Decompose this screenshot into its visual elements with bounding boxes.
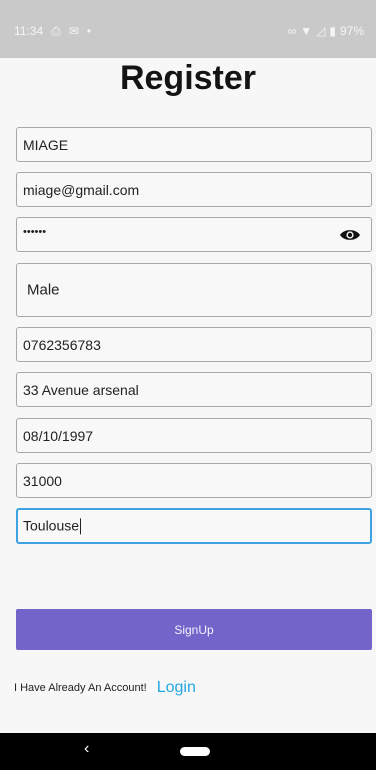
signup-button[interactable]: SignUp — [16, 609, 372, 650]
navigation-bar: ‹ — [0, 733, 376, 770]
login-link[interactable]: Login — [157, 679, 196, 697]
login-prompt: I Have Already An Account! — [14, 682, 147, 694]
status-left: 11:34 ⎙ ✉ • — [14, 24, 91, 38]
eye-icon[interactable] — [339, 228, 361, 242]
city-field-value-wrap: Toulouse — [23, 517, 82, 535]
name-field-value: MIAGE — [23, 136, 69, 153]
status-bar: 11:34 ⎙ ✉ • ∞ ▼ ◿ ▮ 97% — [0, 0, 376, 58]
city-field-value: Toulouse — [23, 517, 80, 534]
birthdate-field[interactable]: 08/10/1997 — [16, 418, 372, 453]
name-field[interactable]: MIAGE — [16, 127, 372, 162]
gender-field-value: Male — [27, 281, 60, 299]
birthdate-field-value: 08/10/1997 — [23, 427, 94, 444]
link-icon: ∞ — [287, 24, 297, 38]
sim-icon: ⎙ — [51, 24, 61, 38]
phone-field[interactable]: 0762356783 — [16, 327, 372, 362]
mail-icon: ✉ — [68, 24, 79, 38]
login-row: I Have Already An Account! Login — [14, 679, 196, 697]
back-icon[interactable]: ‹ — [84, 740, 89, 758]
battery-icon: ▮ — [329, 24, 336, 38]
email-field-value: miage@gmail.com — [23, 181, 140, 198]
text-caret — [80, 518, 82, 535]
password-field[interactable]: •••••• — [16, 217, 372, 252]
address-field-value: 33 Avenue arsenal — [23, 381, 139, 398]
home-pill-icon[interactable] — [180, 747, 210, 756]
postal-code-field-value: 31000 — [23, 472, 62, 489]
password-field-value: •••••• — [23, 225, 47, 238]
page-title: Register — [119, 59, 257, 97]
battery-percent: 97% — [339, 24, 364, 38]
wifi-icon: ▼ — [300, 24, 313, 38]
address-field[interactable]: 33 Avenue arsenal — [16, 372, 372, 407]
dot-icon: • — [86, 24, 92, 38]
postal-code-field[interactable]: 31000 — [16, 463, 372, 498]
signal-icon: ◿ — [316, 24, 326, 38]
phone-field-value: 0762356783 — [23, 336, 101, 353]
city-field[interactable]: Toulouse — [16, 508, 372, 544]
gender-field[interactable]: Male — [16, 263, 372, 317]
email-field[interactable]: miage@gmail.com — [16, 172, 372, 207]
status-time: 11:34 — [14, 24, 44, 38]
status-right: ∞ ▼ ◿ ▮ 97% — [288, 24, 364, 38]
